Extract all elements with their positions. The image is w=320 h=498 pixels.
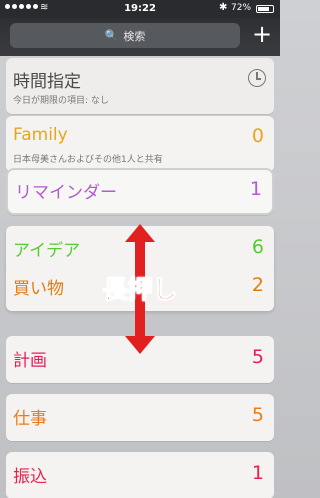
battery-percentage: 72% <box>231 3 252 13</box>
list-work[interactable]: 仕事 5 <box>6 394 274 441</box>
list-name: リマインダー <box>15 183 117 203</box>
list-name: 買い物 <box>13 279 64 299</box>
list-transfers[interactable]: 振込 1 <box>6 452 274 498</box>
add-list-button[interactable]: + <box>250 21 274 49</box>
list-count: 5 <box>251 404 264 426</box>
bluetooth-icon: ✱ <box>219 2 228 13</box>
list-family-count: 0 <box>251 125 264 147</box>
status-bar: ≋ 19:22 ✱ 72% <box>0 0 280 18</box>
list-count: 6 <box>251 236 264 258</box>
list-count: 1 <box>249 178 262 200</box>
alarm-clock-icon <box>248 69 266 87</box>
list-name: 振込 <box>13 467 47 487</box>
list-reminders[interactable]: リマインダー 1 <box>6 168 274 215</box>
search-placeholder: 検索 <box>123 29 146 43</box>
list-name: 計画 <box>13 351 47 371</box>
long-press-annotation: 長押し <box>102 275 178 305</box>
scheduled-title: 時間指定 <box>13 72 81 92</box>
list-count: 1 <box>251 462 264 484</box>
search-icon: 🔍 <box>104 29 119 42</box>
top-bar: 🔍 検索 + <box>0 18 280 56</box>
scheduled-subtitle: 今日が期限の項目: なし <box>13 96 109 106</box>
list-count: 5 <box>251 346 264 368</box>
list-count: 2 <box>251 274 264 296</box>
list-name: アイデア <box>13 241 81 261</box>
list-family-subtitle: 日本母美さんおよびその他1人と共有 <box>13 155 163 165</box>
search-field[interactable]: 🔍 検索 <box>10 23 240 48</box>
list-family[interactable]: Family 0 日本母美さんおよびその他1人と共有 <box>6 116 274 172</box>
arrow-down-icon <box>125 336 155 354</box>
list-name: 仕事 <box>13 409 47 429</box>
scheduled-card[interactable]: 時間指定 今日が期限の項目: なし <box>6 58 274 114</box>
list-family-title: Family <box>13 125 68 145</box>
battery-icon <box>256 5 274 13</box>
